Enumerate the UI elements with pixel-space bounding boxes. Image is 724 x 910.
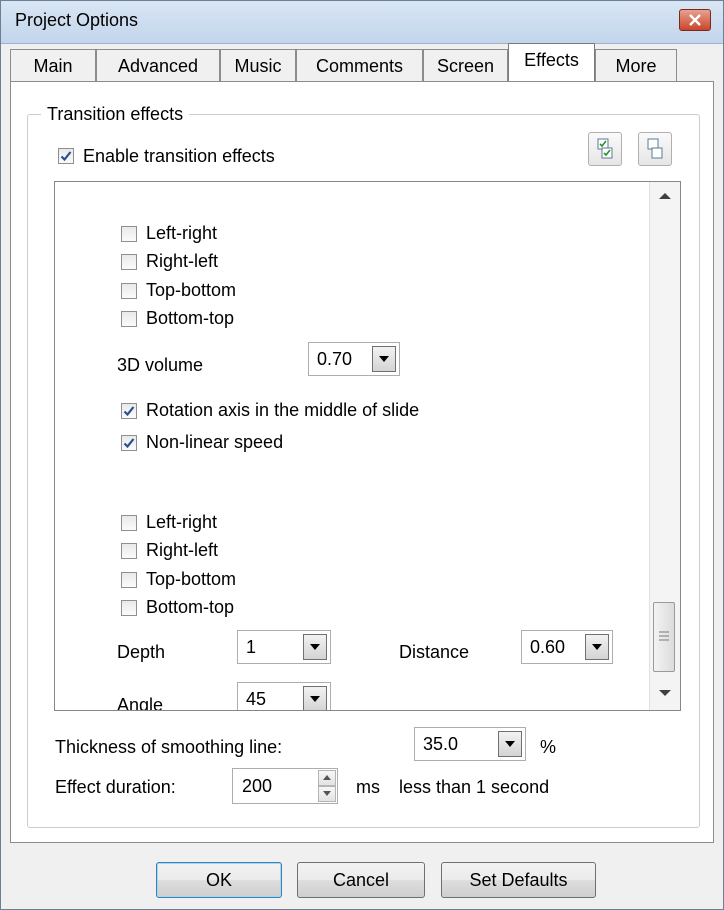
checkmark-icon xyxy=(123,438,135,449)
depth-label: Depth xyxy=(117,642,166,662)
tab-music[interactable]: Music xyxy=(220,49,296,81)
direction-label: Top-bottom xyxy=(146,569,237,589)
spin-down-icon xyxy=(323,791,331,796)
spin-up-button[interactable] xyxy=(318,770,336,786)
distance-label: Distance xyxy=(399,642,470,662)
tab-label: Screen xyxy=(436,56,495,76)
set-defaults-label: Set Defaults xyxy=(469,870,568,890)
depth-combo[interactable]: 1 xyxy=(237,630,331,664)
direction-label: Left-right xyxy=(146,512,218,532)
uncheck-all-button[interactable] xyxy=(638,132,672,166)
grip-icon xyxy=(659,631,669,641)
distance-combo[interactable]: 0.60 xyxy=(521,630,613,664)
ok-label: OK xyxy=(205,870,232,890)
distance-value: 0.60 xyxy=(530,637,566,657)
tab-screen[interactable]: Screen xyxy=(423,49,508,81)
checkmark-icon xyxy=(123,406,135,417)
checkbox-top-bottom[interactable] xyxy=(121,572,137,588)
spin-up-icon xyxy=(323,775,331,780)
checkbox-right-left[interactable] xyxy=(121,254,137,270)
tab-advanced[interactable]: Advanced xyxy=(96,49,220,81)
check-all-button[interactable] xyxy=(588,132,622,166)
tab-label: Effects xyxy=(524,50,579,70)
duration-value: 200 xyxy=(242,776,273,796)
checkbox-bottom-top[interactable] xyxy=(121,311,137,327)
tab-main[interactable]: Main xyxy=(10,49,96,81)
checkmark-icon xyxy=(60,151,72,162)
smoothing-value: 35.0 xyxy=(423,734,459,754)
angle-value: 45 xyxy=(246,689,267,709)
duration-label: Effect duration: xyxy=(55,777,176,797)
depth-dropdown-button[interactable] xyxy=(303,634,327,660)
tab-label: Music xyxy=(234,56,282,76)
dropdown-arrow-icon xyxy=(310,644,320,650)
checkbox-top-bottom[interactable] xyxy=(121,283,137,299)
direction-label: Right-left xyxy=(146,251,219,271)
cancel-label: Cancel xyxy=(332,870,390,890)
tab-label: Comments xyxy=(315,56,404,76)
non-linear-speed-label: Non-linear speed xyxy=(146,432,284,452)
spin-down-button[interactable] xyxy=(318,786,336,802)
dropdown-arrow-icon xyxy=(505,741,515,747)
rotation-axis-checkbox[interactable] xyxy=(121,403,137,419)
volume-dropdown-button[interactable] xyxy=(372,346,396,372)
tab-label: Advanced xyxy=(117,56,199,76)
tab-effects[interactable]: Effects xyxy=(508,43,595,81)
project-options-dialog: Project Options Main Advanced Music Comm… xyxy=(0,0,724,910)
tab-more[interactable]: More xyxy=(595,49,677,81)
duration-spin-buttons xyxy=(318,770,336,802)
angle-label: Angle xyxy=(117,695,164,711)
vertical-scrollbar[interactable] xyxy=(649,182,680,710)
window-title: Project Options xyxy=(15,10,139,30)
direction-label: Left-right xyxy=(146,223,218,243)
rotation-axis-label: Rotation axis in the middle of slide xyxy=(146,400,420,420)
close-icon xyxy=(689,14,701,26)
distance-dropdown-button[interactable] xyxy=(585,634,609,660)
duration-unit: ms xyxy=(356,777,380,797)
smoothing-label: Thickness of smoothing line: xyxy=(55,737,283,757)
tab-label: Main xyxy=(33,56,73,76)
depth-value: 1 xyxy=(246,637,257,657)
set-defaults-button[interactable]: Set Defaults xyxy=(441,862,596,898)
group-label: Transition effects xyxy=(41,104,190,125)
checkbox-left-right[interactable] xyxy=(121,226,137,242)
dropdown-arrow-icon xyxy=(592,644,602,650)
smoothing-combo[interactable]: 35.0 xyxy=(414,727,526,761)
close-button[interactable] xyxy=(679,9,711,31)
ok-button[interactable]: OK xyxy=(156,862,282,898)
smoothing-dropdown-button[interactable] xyxy=(498,731,522,757)
scroll-down-icon[interactable] xyxy=(659,689,671,697)
checkbox-right-left[interactable] xyxy=(121,543,137,559)
scrollbar-thumb[interactable] xyxy=(653,602,675,672)
direction-label: Bottom-top xyxy=(146,308,235,328)
volume-label: 3D volume xyxy=(117,355,204,375)
tab-comments[interactable]: Comments xyxy=(296,49,423,81)
volume-value: 0.70 xyxy=(317,349,353,369)
direction-label: Bottom-top xyxy=(146,597,235,617)
angle-combo[interactable]: 45 xyxy=(237,682,331,710)
enable-transition-label: Enable transition effects xyxy=(83,146,275,166)
uncheck-all-icon xyxy=(647,138,663,159)
enable-transition-checkbox[interactable] xyxy=(58,148,74,164)
dropdown-arrow-icon xyxy=(310,696,320,702)
angle-dropdown-button[interactable] xyxy=(303,686,327,710)
cancel-button[interactable]: Cancel xyxy=(297,862,425,898)
duration-spinner[interactable]: 200 xyxy=(232,768,338,804)
direction-label: Top-bottom xyxy=(146,280,237,300)
tab-label: More xyxy=(615,56,657,76)
title-bar: Project Options xyxy=(1,1,723,44)
dropdown-arrow-icon xyxy=(379,356,389,362)
non-linear-speed-checkbox[interactable] xyxy=(121,435,137,451)
duration-note: less than 1 second xyxy=(399,777,550,797)
checkbox-bottom-top[interactable] xyxy=(121,600,137,616)
effects-list[interactable]: Left-right Right-left Top-bottom Bottom-… xyxy=(54,181,681,711)
direction-label: Right-left xyxy=(146,540,219,560)
checkbox-left-right[interactable] xyxy=(121,515,137,531)
volume-combo[interactable]: 0.70 xyxy=(308,342,400,376)
scroll-up-icon[interactable] xyxy=(659,192,671,200)
check-all-icon xyxy=(597,138,613,159)
smoothing-unit: % xyxy=(540,737,557,757)
